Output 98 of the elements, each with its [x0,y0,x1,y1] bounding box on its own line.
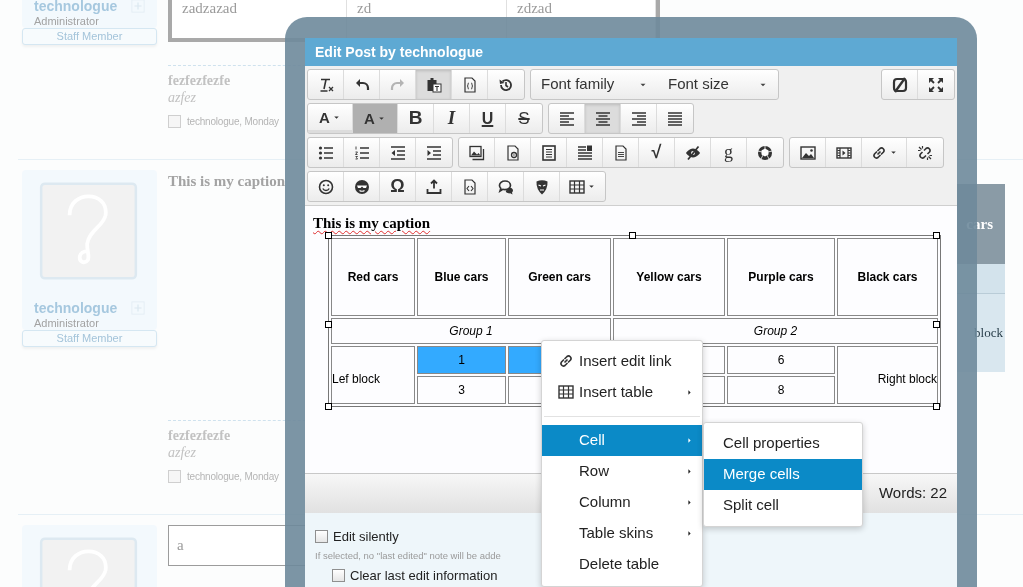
dialog-title: Edit Post by technologue [305,38,957,66]
user-badge: Staff Member [22,28,157,45]
signature-text: fezfezfezfe [168,427,231,444]
numbered-list-icon [353,144,370,161]
fullscreen-icon [928,76,944,93]
outdent-icon [389,144,406,161]
table-cell[interactable]: 8 [727,376,835,404]
checkbox[interactable] [332,569,345,582]
signature-text: azfez [168,89,196,106]
code-file-icon [461,178,478,195]
link-icon [558,353,574,369]
table-cell[interactable]: Purple cars [727,238,835,316]
toolbar-button[interactable]: A [353,104,398,133]
menu-item[interactable]: Merge cells [704,459,862,490]
menu-item[interactable]: Table skins [542,518,702,549]
caret-icon [685,467,694,476]
menu-item[interactable]: Insert edit link [542,346,702,377]
upload-icon [425,178,442,195]
smiley-icon [317,178,334,195]
font-select[interactable]: Font family [531,70,658,99]
table-cell[interactable]: Black cars [837,238,938,316]
align-center-icon [594,110,611,127]
justify-icon [667,110,683,127]
code-file-icon [461,76,478,93]
resize-handle[interactable] [629,232,636,239]
resize-handle[interactable] [933,403,940,410]
page-icon [540,144,557,161]
film-icon [835,144,852,161]
align-right-icon [630,110,647,127]
slash-square-icon [891,76,908,93]
redo-icon [389,76,406,93]
menu-item[interactable]: Insert table [542,377,702,408]
option-label: Clear last edit information [350,566,498,585]
eye-slash-icon [684,144,701,161]
caret-icon [685,388,694,397]
table-cell[interactable]: 1 [417,346,506,374]
indent-icon [426,144,442,161]
toolbar-button[interactable]: U [470,104,506,133]
checkbox[interactable] [168,115,181,128]
bullet-list-icon [317,144,334,161]
option-label: Edit silently [333,528,399,546]
table-cell[interactable]: 6 [727,346,835,374]
post-meta: technologue, Monday [187,115,279,129]
toolbar-button[interactable]: I [434,104,470,133]
signature-text: azfez [168,444,196,461]
menu-item[interactable]: Split cell [704,490,862,521]
link-icon [870,144,887,161]
font-select[interactable]: Font size [658,70,778,99]
resize-handle[interactable] [933,232,940,239]
caret-icon [685,498,694,507]
user-title: Administrator [34,316,100,330]
resize-handle[interactable] [325,321,332,328]
table-cell[interactable]: 3 [417,376,506,404]
toolbar-button[interactable]: g [711,138,747,167]
editor-caption: This is my caption [313,214,432,232]
toolbar-button[interactable]: S [506,104,542,133]
align-left-icon [558,110,575,127]
checkbox[interactable] [315,530,328,544]
user-title: Administrator [34,14,100,28]
paste-icon [425,76,442,93]
table-cell[interactable]: Yellow cars [613,238,725,316]
resize-handle[interactable] [325,403,332,410]
image-icon [799,144,816,161]
history-icon [498,76,514,93]
table-cell[interactable]: Red cars [331,238,415,316]
menu-item[interactable]: Delete table [542,549,702,580]
table-cell[interactable]: Lef block [331,346,415,404]
menu-item[interactable]: Cell properties [704,428,862,459]
images-icon [468,144,485,161]
sunglasses-face-icon [353,178,370,195]
table-cell[interactable]: Right block [837,346,938,404]
unlink-icon [917,144,933,161]
post-meta: technologue, Monday [187,470,279,484]
aperture-icon [757,144,773,161]
caret-icon [685,436,694,445]
resize-handle[interactable] [933,321,940,328]
toolbar-button[interactable]: B [398,104,434,133]
table-cell[interactable]: Green cars [508,238,611,316]
table-icon [569,178,585,195]
checkbox[interactable] [168,470,181,483]
word-count: Words: 22 [878,483,947,504]
file-icon [612,144,629,161]
table-cell[interactable]: Blue cars [417,238,506,316]
toolbar-button[interactable]: Ω [380,172,416,201]
option-hint: If selected, no "last edited" note will be adde [315,548,502,563]
caret-icon [685,529,694,538]
toolbar-button[interactable] [416,70,452,99]
blocks-icon [576,144,593,161]
menu-item[interactable]: Column [542,487,702,518]
chat-icon [497,178,514,195]
signature-text: fezfezfezfe [168,72,231,89]
menu-item[interactable]: Cell [542,425,702,456]
table-icon [558,384,574,400]
post-caption: This is my caption [168,172,286,190]
resize-handle[interactable] [325,232,332,239]
user-badge: Staff Member [22,330,157,347]
document-media-icon [504,144,521,161]
toolbar-button[interactable]: √ [639,138,675,167]
